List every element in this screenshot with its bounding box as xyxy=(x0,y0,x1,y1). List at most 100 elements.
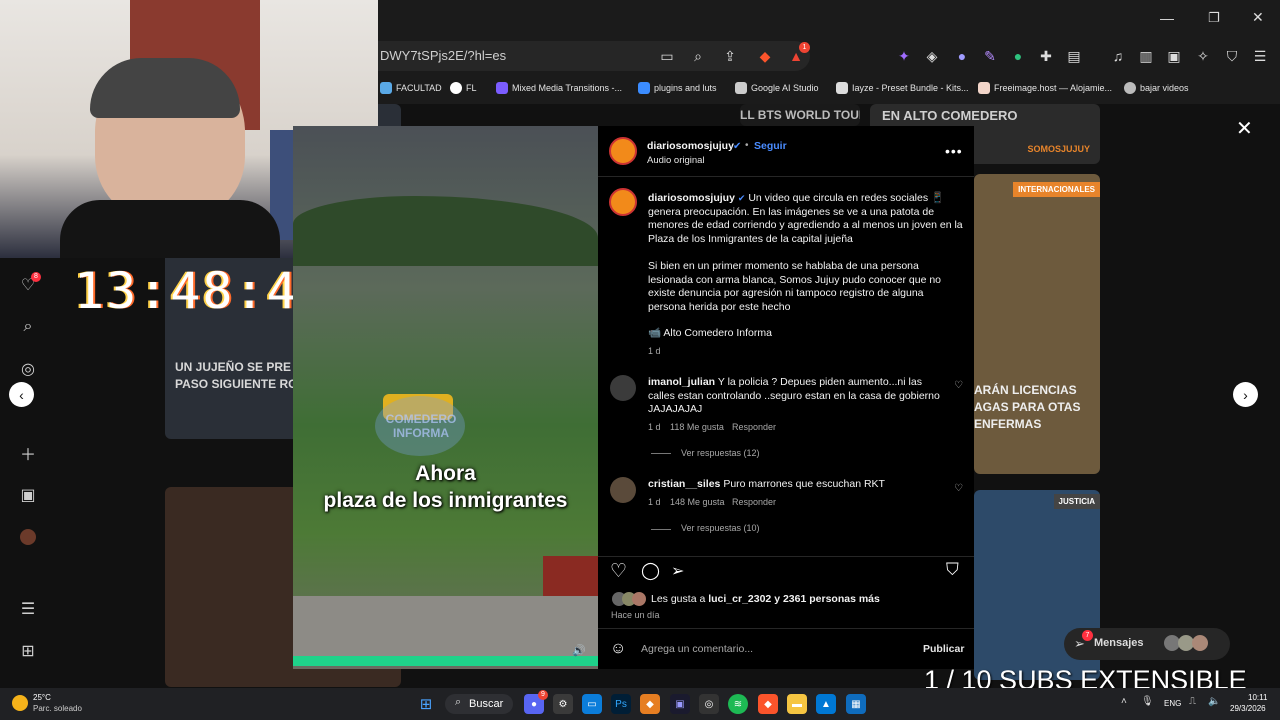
restore-icon[interactable]: ❐ xyxy=(1208,10,1220,26)
extension-icon-2[interactable]: ◈ xyxy=(922,46,942,66)
notifications-icon[interactable]: ♡ 8 xyxy=(17,272,41,296)
close-modal-icon[interactable]: ✕ xyxy=(1236,116,1253,141)
music-icon[interactable]: ♫ xyxy=(1108,46,1128,66)
video-progress-bar[interactable] xyxy=(293,656,598,666)
apps-icon[interactable]: ⊞ xyxy=(17,640,39,662)
brave-rewards-icon[interactable]: ▲ 1 xyxy=(786,42,810,66)
previous-post-button[interactable]: ‹ xyxy=(9,382,34,407)
capcut-icon[interactable]: ◎ xyxy=(699,694,719,714)
follow-button[interactable]: Seguir xyxy=(754,140,787,152)
bg-tile-top-right-title: EN ALTO COMEDERO xyxy=(882,108,1018,123)
audio-label[interactable]: Audio original xyxy=(647,155,705,166)
likes-summary[interactable]: Les gusta a luci_cr_2302 y 2361 personas… xyxy=(651,593,971,607)
clock-date[interactable]: 29/3/2026 xyxy=(1230,704,1266,713)
comment-input[interactable]: Agrega un comentario... xyxy=(641,643,753,655)
comment-avatar[interactable] xyxy=(610,375,636,401)
comment-like-icon[interactable]: ♡ xyxy=(954,380,963,391)
close-window-icon[interactable]: ✕ xyxy=(1252,9,1264,26)
bookmark-facultad[interactable]: FACULTAD xyxy=(380,82,442,94)
view-replies-button[interactable]: Ver respuestas (10) xyxy=(681,523,760,533)
bookmark-mixed-media[interactable]: Mixed Media Transitions -... xyxy=(496,82,622,94)
premiere-icon[interactable]: ▣ xyxy=(670,694,690,714)
comment-likes[interactable]: 148 Me gusta xyxy=(670,497,725,507)
weather-temp[interactable]: 25°C xyxy=(33,693,51,702)
extension-icon-1[interactable]: ✦ xyxy=(894,46,914,66)
extension-icon-5[interactable]: ● xyxy=(1008,46,1028,66)
comment-reply-button[interactable]: Responder xyxy=(732,497,776,507)
comment-like-icon[interactable]: ♡ xyxy=(954,483,963,494)
share-post-icon[interactable]: ➢ xyxy=(671,561,684,581)
post-video[interactable]: COMEDERO INFORMA xyxy=(293,126,598,669)
volume-tray-icon[interactable]: 🔈 xyxy=(1208,696,1220,707)
language-indicator[interactable]: ENG xyxy=(1164,699,1181,708)
network-icon[interactable]: ⎍ xyxy=(1189,696,1196,707)
bookmark-iayze[interactable]: Iayze - Preset Bundle - Kits... xyxy=(836,82,969,94)
cast-icon[interactable]: ▭ xyxy=(657,46,677,66)
reader-icon[interactable]: ▤ xyxy=(1064,46,1084,66)
comment-user[interactable]: imanol_julian xyxy=(648,376,715,388)
brave-icon[interactable]: ◆ xyxy=(758,694,778,714)
comment-likes[interactable]: 118 Me gusta xyxy=(670,422,724,432)
explorer-window-icon[interactable]: ▭ xyxy=(582,694,602,714)
extension-icon-3[interactable]: ● xyxy=(952,46,972,66)
vpn-icon[interactable]: ⛉ xyxy=(1222,46,1242,66)
bookmark-freeimage[interactable]: Freeimage.host — Alojamie... xyxy=(978,82,1112,94)
extension-icon-4[interactable]: ✎ xyxy=(980,46,1000,66)
create-icon[interactable]: ＋ xyxy=(17,442,39,464)
tray-chevron-icon[interactable]: ˄ xyxy=(1121,696,1127,707)
minimize-icon[interactable]: — xyxy=(1160,10,1174,26)
bookmark-google-ai[interactable]: Google AI Studio xyxy=(735,82,819,94)
post-author[interactable]: diariosomosjujuy xyxy=(647,140,734,152)
settings-icon[interactable]: ⚙ xyxy=(553,694,573,714)
extensions-puzzle-icon[interactable]: ✚ xyxy=(1036,46,1056,66)
bookmark-bajar-videos[interactable]: bajar videos xyxy=(1124,82,1189,94)
volume-icon[interactable]: 🔊 xyxy=(572,644,586,657)
menu-icon[interactable]: ☰ xyxy=(17,598,39,620)
menu-hamburger-icon[interactable]: ☰ xyxy=(1250,46,1270,66)
discord-icon[interactable]: ● 9 xyxy=(524,690,548,714)
publish-button[interactable]: Publicar xyxy=(923,643,964,655)
bookmark-fl[interactable]: FL xyxy=(450,82,477,94)
photos-icon[interactable]: ▲ xyxy=(816,694,836,714)
webcam-person-cap xyxy=(90,58,240,118)
explore-icon[interactable]: ◎ xyxy=(17,358,39,380)
address-bar-text[interactable]: DWY7tSPjs2E/?hl=es xyxy=(380,48,506,63)
comment-avatar[interactable] xyxy=(610,477,636,503)
taskbar-search[interactable]: ⌕ Buscar xyxy=(445,694,513,714)
comment-user[interactable]: cristian__siles xyxy=(648,478,720,490)
messages-pill[interactable]: ➢ 7 Mensajes xyxy=(1064,628,1230,660)
bookmark-plugins[interactable]: plugins and luts xyxy=(638,82,717,94)
windows-start-icon[interactable]: ⊞ xyxy=(416,694,436,714)
store-icon[interactable]: ▦ xyxy=(846,694,866,714)
mic-icon[interactable]: 🎙 xyxy=(1141,696,1154,707)
dashboard-icon[interactable]: ▣ xyxy=(17,484,39,506)
profile-avatar[interactable] xyxy=(17,526,39,548)
author-avatar[interactable] xyxy=(609,137,637,165)
likes-user[interactable]: luci_cr_2302 xyxy=(708,593,771,605)
save-icon[interactable]: ⛉ xyxy=(946,560,959,580)
clock-time[interactable]: 10:11 xyxy=(1248,693,1267,702)
weather-desc[interactable]: Parc. soleado xyxy=(33,704,82,713)
video-caption-line1: Ahora xyxy=(415,462,476,485)
next-post-button[interactable]: › xyxy=(1233,382,1258,407)
share-icon[interactable]: ⇪ xyxy=(720,46,740,66)
leo-ai-icon[interactable]: ✧ xyxy=(1193,46,1213,66)
more-options-icon[interactable]: ••• xyxy=(945,143,963,159)
view-replies-button[interactable]: Ver respuestas (12) xyxy=(681,448,760,458)
file-explorer-icon[interactable]: ▬ xyxy=(787,694,807,714)
comment-icon[interactable]: ◯ xyxy=(641,561,660,581)
like-icon[interactable]: ♡ xyxy=(610,560,627,583)
weather-icon[interactable] xyxy=(12,695,28,711)
comment-reply-button[interactable]: Responder xyxy=(732,422,776,432)
sidebar-icon[interactable]: ▥ xyxy=(1136,46,1156,66)
zoom-icon[interactable]: ⌕ xyxy=(688,46,708,66)
emoji-icon[interactable]: ☺ xyxy=(610,640,626,658)
fl-studio-icon[interactable]: ◆ xyxy=(640,694,660,714)
caption-author-avatar[interactable] xyxy=(609,188,637,216)
spotify-icon[interactable]: ≋ xyxy=(728,694,748,714)
wallet-icon[interactable]: ▣ xyxy=(1164,46,1184,66)
photoshop-icon[interactable]: Ps xyxy=(611,694,631,714)
caption-author[interactable]: diariosomosjujuy xyxy=(648,192,735,204)
search-icon[interactable]: ⌕ xyxy=(17,316,39,338)
brave-shield-icon[interactable]: ◆ xyxy=(755,46,775,66)
